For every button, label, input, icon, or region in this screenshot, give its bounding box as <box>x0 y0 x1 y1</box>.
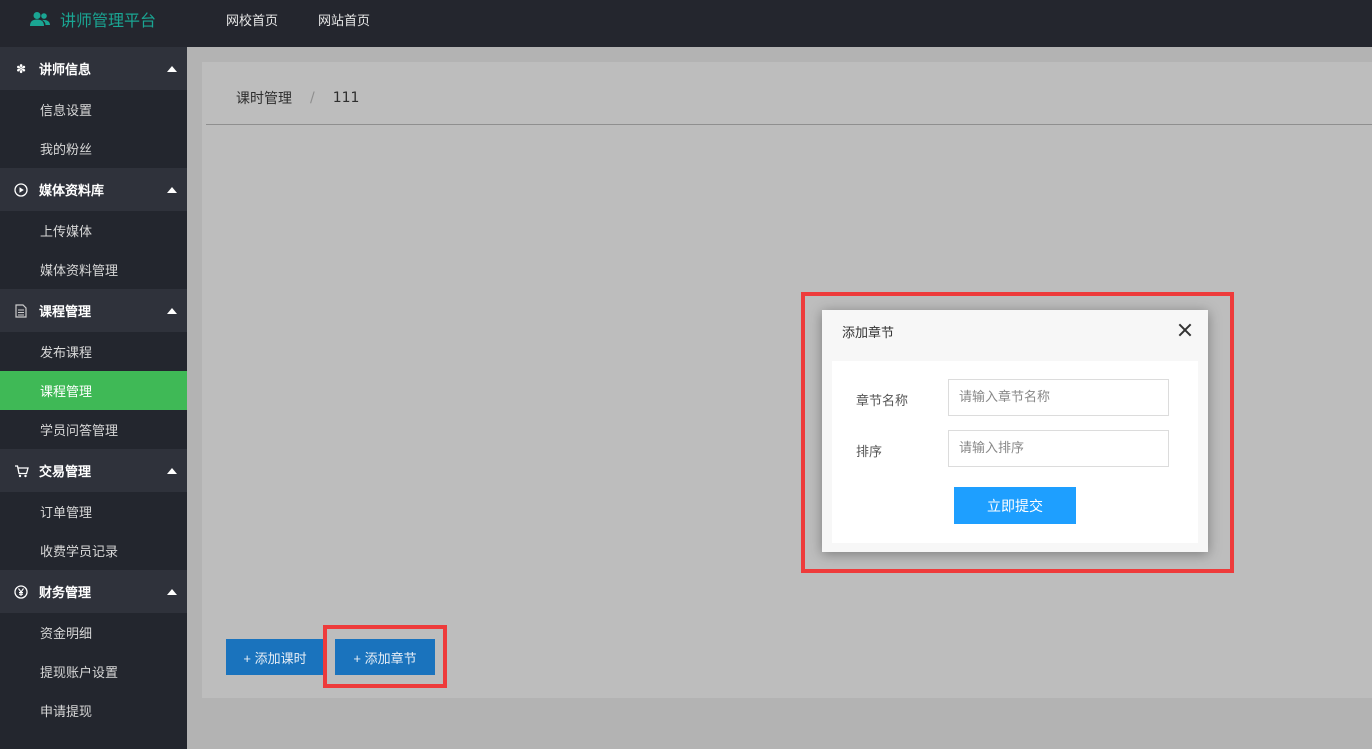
top-bar: 讲师管理平台 网校首页 网站首页 <box>0 0 1372 47</box>
sidebar-item-upload-media[interactable]: 上传媒体 <box>0 211 187 250</box>
sidebar-group-label: 讲师信息 <box>39 63 92 78</box>
sidebar-group-finance-management[interactable]: 财务管理 <box>0 570 187 613</box>
caret-up-icon <box>167 66 177 72</box>
highlight-box-add-chapter <box>323 625 447 688</box>
divider <box>206 124 1372 125</box>
sidebar-group-label: 交易管理 <box>39 465 92 480</box>
caret-up-icon <box>167 308 177 314</box>
document-icon <box>13 303 29 319</box>
nav-school-home[interactable]: 网校首页 <box>226 0 278 38</box>
breadcrumb: 课时管理 / 111 <box>236 88 359 108</box>
highlight-box-dialog <box>801 292 1234 573</box>
play-circle-icon <box>13 182 29 198</box>
sidebar-item-fund-details[interactable]: 资金明细 <box>0 613 187 652</box>
sidebar-item-apply-withdraw[interactable]: 申请提现 <box>0 691 187 730</box>
sidebar: ✽ 讲师信息 信息设置 我的粉丝 媒体资料库 上传媒体 媒体资料管理 课程管理 … <box>0 47 187 749</box>
sidebar-item-course-management[interactable]: 课程管理 <box>0 371 187 410</box>
add-lesson-button[interactable]: + 添加课时 <box>226 639 324 675</box>
sidebar-item-withdraw-account[interactable]: 提现账户设置 <box>0 652 187 691</box>
nav-site-home[interactable]: 网站首页 <box>318 0 370 38</box>
sidebar-group-teacher-info[interactable]: ✽ 讲师信息 <box>0 47 187 90</box>
sidebar-item-my-fans[interactable]: 我的粉丝 <box>0 129 187 168</box>
caret-up-icon <box>167 589 177 595</box>
users-icon <box>30 11 50 27</box>
breadcrumb-item-current: 111 <box>332 90 360 106</box>
cart-icon <box>13 463 29 479</box>
sidebar-item-media-management[interactable]: 媒体资料管理 <box>0 250 187 289</box>
sidebar-item-orders[interactable]: 订单管理 <box>0 492 187 531</box>
brand-title: 讲师管理平台 <box>60 11 157 30</box>
sidebar-group-media-library[interactable]: 媒体资料库 <box>0 168 187 211</box>
sidebar-group-label: 课程管理 <box>39 305 92 320</box>
caret-up-icon <box>167 187 177 193</box>
sidebar-group-trade-management[interactable]: 交易管理 <box>0 449 187 492</box>
breadcrumb-separator: / <box>310 90 315 106</box>
sidebar-item-publish-course[interactable]: 发布课程 <box>0 332 187 371</box>
yen-circle-icon <box>13 584 29 600</box>
caret-up-icon <box>167 468 177 474</box>
sidebar-item-info-settings[interactable]: 信息设置 <box>0 90 187 129</box>
sidebar-group-label: 媒体资料库 <box>39 184 105 199</box>
gear-icon: ✽ <box>15 61 27 76</box>
sidebar-item-student-qa[interactable]: 学员问答管理 <box>0 410 187 449</box>
breadcrumb-item-lessons[interactable]: 课时管理 <box>236 88 292 108</box>
sidebar-group-label: 财务管理 <box>39 586 92 601</box>
sidebar-item-paid-students[interactable]: 收费学员记录 <box>0 531 187 570</box>
brand[interactable]: 讲师管理平台 <box>30 0 156 38</box>
sidebar-group-course-management[interactable]: 课程管理 <box>0 289 187 332</box>
